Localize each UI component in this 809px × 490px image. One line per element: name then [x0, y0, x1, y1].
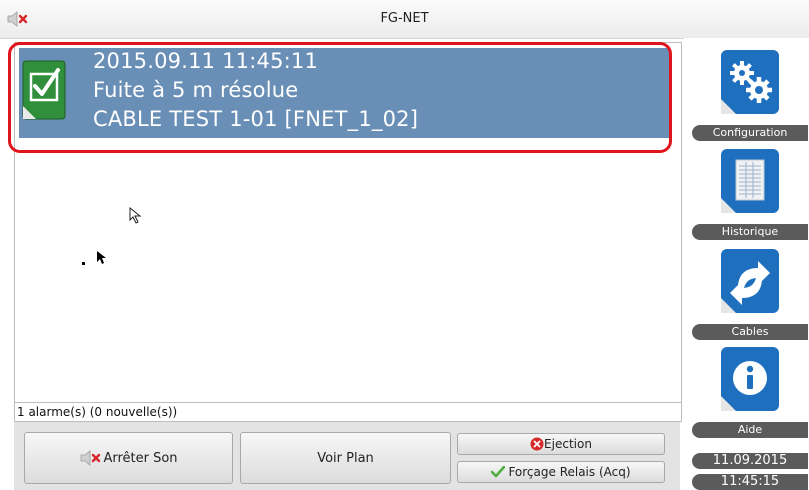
document-icon: [721, 149, 779, 213]
sidebar-label: Aide: [692, 422, 808, 438]
current-date: 11.09.2015: [692, 453, 808, 469]
sidebar: Configuration Historique Cables Aide: [684, 38, 809, 490]
close-circle-icon: [530, 437, 544, 451]
speaker-muted-icon: [81, 450, 101, 466]
arrows-icon: [721, 249, 779, 313]
pointer-black-icon: [97, 251, 106, 264]
sidebar-label: Configuration: [692, 125, 808, 141]
current-time: 11:45:15: [692, 474, 808, 490]
ejection-button[interactable]: Ejection: [457, 433, 665, 455]
alarm-message: Fuite à 5 m résolue: [93, 78, 299, 102]
ejection-label: Ejection: [544, 437, 592, 451]
alarm-cable: CABLE TEST 1-01 [FNET_1_02]: [93, 107, 419, 131]
sidebar-item-configuration[interactable]: Configuration: [692, 49, 808, 143]
alarm-text: 2015.09.11 11:45:11 Fuite à 5 m résolue …: [93, 47, 418, 134]
dot-marker: [82, 262, 85, 265]
sidebar-item-aide[interactable]: Aide: [692, 346, 808, 440]
view-plan-button[interactable]: Voir Plan: [240, 432, 451, 484]
alarm-datetime: 2015.09.11 11:45:11: [93, 49, 319, 73]
window-title: FG-NET: [380, 11, 429, 26]
relay-force-button[interactable]: Forçage Relais (Acq): [457, 461, 665, 483]
stop-sound-label: Arrêter Son: [103, 450, 178, 466]
view-plan-label: Voir Plan: [317, 450, 374, 466]
pointer-outline-icon: [129, 207, 142, 224]
stop-sound-button[interactable]: Arrêter Son: [24, 432, 233, 484]
info-icon: [721, 347, 779, 411]
relay-force-label: Forçage Relais (Acq): [508, 465, 631, 479]
checkbox-checked-icon: [22, 60, 66, 120]
checkmark-icon: [491, 466, 506, 478]
sidebar-item-historique[interactable]: Historique: [692, 148, 808, 242]
sidebar-label: Historique: [692, 224, 808, 240]
gears-icon: [721, 50, 779, 114]
title-bar: FG-NET: [0, 0, 809, 39]
alarm-count-status: 1 alarme(s) (0 nouvelle(s)): [15, 402, 681, 420]
sidebar-label: Cables: [692, 324, 808, 340]
sidebar-item-cables[interactable]: Cables: [692, 248, 808, 342]
